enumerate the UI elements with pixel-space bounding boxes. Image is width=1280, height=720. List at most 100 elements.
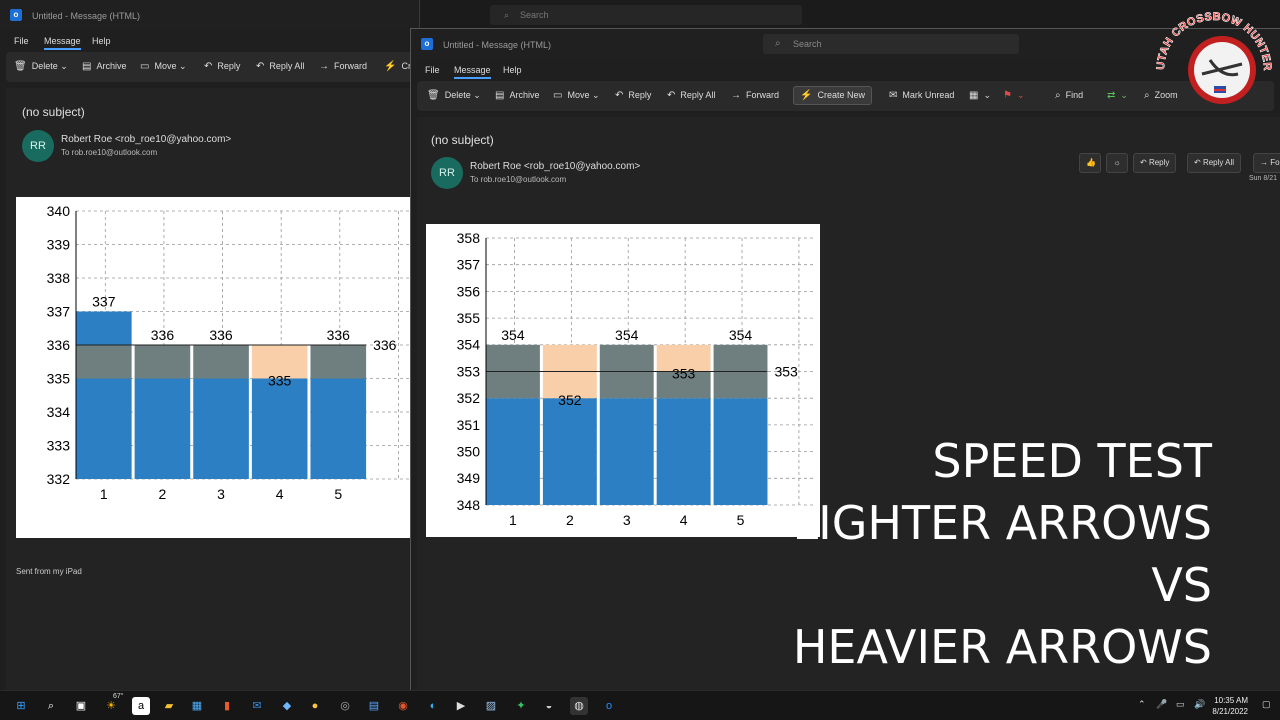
mail-icon[interactable]: ✉ (248, 697, 266, 715)
move-label: Move (567, 90, 590, 100)
forward-icon: → (319, 61, 329, 72)
ribbon: 🗑 Delete ⌄ ▤ Archive ▭ Move ⌄ ↶ Reply ↶ Reply… (6, 52, 413, 82)
flag-button[interactable]: ⚑ ⌄ (1003, 90, 1025, 101)
forward-icon: → (731, 90, 741, 101)
mark-unread-button[interactable]: ✉ Mark Unread (889, 90, 954, 101)
menu-help[interactable]: Help (92, 36, 111, 46)
create-new-button[interactable]: ⚡ Cr (384, 61, 411, 72)
menu-help[interactable]: Help (503, 65, 522, 75)
media-player-icon[interactable]: ▶ (452, 697, 470, 715)
vscode-icon[interactable]: ◆ (278, 697, 296, 715)
move-label: Move (154, 61, 177, 71)
y-tick-label: 348 (457, 497, 481, 513)
reply-action-label: Reply (1148, 158, 1170, 167)
y-tick-label: 350 (457, 444, 481, 460)
x-tick-label: 5 (737, 512, 745, 528)
chevron-up-icon[interactable]: ⌃ (1138, 699, 1146, 710)
clock[interactable]: 10:35 AM 8/21/2022 (1212, 695, 1248, 717)
reply-all-action-label: Reply All (1202, 158, 1235, 167)
menu-message[interactable]: Message (44, 36, 81, 50)
photos-icon[interactable]: ▨ (482, 697, 500, 715)
maps-icon[interactable]: ◉ (394, 697, 412, 715)
delete-button[interactable]: 🗑 Delete ⌄ (14, 61, 68, 72)
archive-button[interactable]: ▤ Archive (495, 90, 539, 101)
forward-button[interactable]: → Forward (731, 90, 779, 101)
video-title-overlay: SPEED TEST LIGHTER ARROWS VS HEAVIER ARR… (793, 430, 1212, 678)
menu-message[interactable]: Message (454, 65, 491, 79)
mark-unread-label: Mark Unread (902, 90, 955, 100)
move-button[interactable]: ▭ Move ⌄ (140, 61, 187, 72)
move-button[interactable]: ▭ Move ⌄ (553, 90, 600, 101)
left-outlook-window: o Untitled - Message (HTML) File Message… (0, 0, 420, 690)
calculator-icon[interactable]: ▤ (365, 697, 383, 715)
app-globe-icon[interactable]: ◒ (540, 697, 558, 715)
office-icon[interactable]: ▮ (218, 697, 236, 715)
x-tick-label: 2 (159, 486, 167, 502)
app-green-icon[interactable]: ✦ (512, 697, 530, 715)
y-tick-label: 332 (47, 471, 71, 487)
recipient: To rob.roe10@outlook.com (470, 175, 567, 184)
background-search-box[interactable]: ⌕ Search (490, 5, 802, 25)
overlay-line-2: LIGHTER ARROWS (792, 496, 1212, 550)
sensitivity-button[interactable]: ☼ (1106, 153, 1128, 173)
reply-button[interactable]: ↶ Reply (615, 90, 651, 101)
menu-file[interactable]: File (14, 36, 29, 46)
bar (193, 378, 249, 479)
network-icon[interactable]: ▭ (1176, 699, 1185, 710)
find-button[interactable]: ⌕ Find (1055, 90, 1083, 101)
data-label: 337 (92, 294, 116, 310)
archive-button[interactable]: ▤ Archive (82, 61, 126, 72)
zoom-icon: ⌕ (1144, 90, 1150, 101)
app-icon[interactable]: ◎ (336, 697, 354, 715)
like-button[interactable]: 👍 (1079, 153, 1101, 173)
forward-action-label: Fo (1270, 158, 1280, 167)
reply-button[interactable]: ↶ Reply (204, 61, 240, 72)
obs-icon[interactable]: ◍ (570, 697, 588, 715)
bar-band-segment (310, 345, 367, 379)
reply-all-button[interactable]: ↶ Reply All (667, 90, 715, 101)
create-new-button[interactable]: ⚡ Create New (793, 86, 872, 105)
y-tick-label: 355 (457, 310, 481, 326)
x-tick-label: 5 (334, 486, 342, 502)
chrome-canary-icon[interactable]: ● (306, 697, 324, 715)
search-icon: ⌕ (1055, 90, 1061, 101)
forward-button[interactable]: → Forward (319, 61, 367, 72)
edge-icon[interactable]: ◐ (424, 697, 442, 715)
amazon-icon[interactable]: a (132, 697, 150, 715)
search-icon: ⌕ (775, 38, 781, 49)
menu-bar: File Message Help (0, 30, 419, 52)
bar (251, 378, 308, 479)
volume-icon[interactable]: 🔊 (1194, 699, 1205, 710)
microphone-icon[interactable]: 🎤 (1156, 699, 1167, 710)
sender[interactable]: Robert Roe <rob_roe10@yahoo.com> (61, 134, 231, 145)
x-tick-label: 4 (276, 486, 284, 502)
forward-action[interactable]: → Fo (1253, 153, 1280, 173)
outlook-icon: o (421, 38, 433, 50)
delete-button[interactable]: 🗑 Delete ⌄ (427, 90, 481, 101)
task-view-icon[interactable]: ▣ (72, 697, 90, 715)
reply-all-icon: ↶ (667, 90, 676, 101)
start-icon[interactable]: ⊞ (12, 697, 30, 715)
sender[interactable]: Robert Roe <rob_roe10@yahoo.com> (470, 161, 640, 172)
search-box[interactable]: ⌕ Search (763, 34, 1019, 54)
reply-all-button[interactable]: ↶ Reply All (256, 61, 304, 72)
store-icon[interactable]: ▦ (188, 697, 206, 715)
avatar: RR (431, 157, 463, 189)
menu-file[interactable]: File (425, 65, 440, 75)
file-explorer-icon[interactable]: ▰ (160, 697, 178, 715)
reply-all-icon: ↶ (256, 61, 265, 72)
reply-action[interactable]: ↶ Reply (1133, 153, 1177, 173)
search-icon[interactable]: ⌕ (42, 697, 60, 715)
reply-all-action[interactable]: ↶ Reply All (1187, 153, 1242, 173)
y-tick-label: 334 (47, 404, 71, 420)
categorize-button[interactable]: ▦ ⌄ (969, 90, 991, 101)
overlay-line-3: VS (1151, 558, 1212, 612)
reply-icon: ↶ (615, 90, 624, 101)
translate-button[interactable]: ⇄ ⌄ (1107, 90, 1128, 101)
reply-icon: ↶ (204, 61, 213, 72)
average-label: 336 (373, 337, 397, 353)
translate-icon: ⇄ (1107, 90, 1116, 101)
outlook-taskbar-icon[interactable]: o (600, 697, 618, 715)
notification-icon[interactable]: ▢ (1262, 699, 1271, 710)
thumbs-up-icon: 👍 (1086, 158, 1096, 167)
